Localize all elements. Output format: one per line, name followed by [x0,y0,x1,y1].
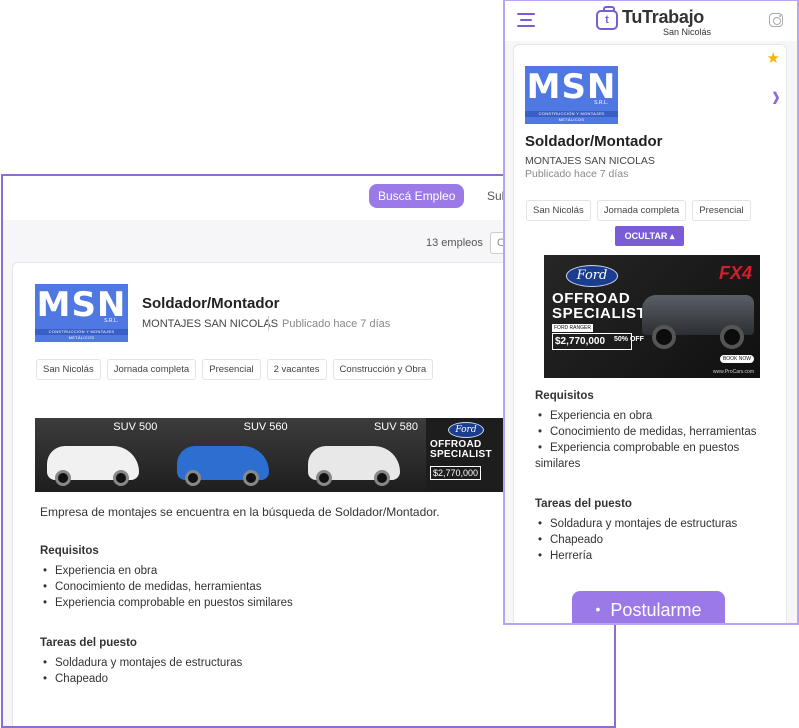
ford-headline: OFFROAD SPECIALIST [552,291,646,321]
wheel [720,325,744,349]
job-title: Soldador/Montador [525,133,663,150]
job-tags: San Nicolás Jornada completa Presencial [526,200,751,221]
list-item: Experiencia en obra [535,408,765,424]
ford-logo: Ford [566,265,618,287]
wheel [185,470,202,486]
ad-car-2: SUV 560 [165,418,296,492]
wheel [243,470,260,486]
tasks-heading: Tareas del puesto [535,498,632,510]
car-label: SUV 500 [113,421,158,433]
logo-suffix: S.R.L. [594,100,608,106]
car-label: SUV 580 [373,421,418,433]
posted-date: Publicado hace 7 días [525,168,629,180]
hide-button[interactable]: OCULTAR ▴ [615,226,684,246]
list-item: Chapeado [40,671,242,687]
tasks-heading: Tareas del puesto [40,637,137,649]
search-jobs-button[interactable]: Buscá Empleo [369,184,465,208]
ford-line-1: OFFROAD [552,290,631,307]
menu-icon[interactable] [517,13,535,27]
tag-schedule: Jornada completa [596,200,687,221]
logo-tagline: CONSTRUCCIÓN Y MONTAJES METÁLICOS [35,329,128,340]
posted-date: Publicado hace 7 días [282,318,391,330]
ad-banner[interactable]: Ford OFFROAD SPECIALIST FORD RANGER $2,7… [544,255,760,378]
list-item: Conocimiento de medidas, herramientas [535,424,765,440]
logo-tagline: CONSTRUCCIÓN Y MONTAJES METÁLICOS [525,111,618,122]
ford-discount: 50% OFF [614,336,644,343]
tag-location: San Nicolás [526,200,591,221]
book-now-badge: BOOK NOW [719,355,754,363]
fx4-badge: FX4 [718,263,752,283]
company-name: MONTAJES SAN NICOLAS [142,318,279,330]
job-tags: San Nicolás Jornada completa Presencial … [36,359,434,380]
car-label: SUV 560 [243,421,288,433]
results-count: 13 empleos [426,237,483,249]
list-item: Soldadura y montajes de estructuras [40,655,242,671]
wheel [55,470,71,486]
requirements-heading: Requisitos [40,545,99,557]
company-logo: MSN S.R.L. CONSTRUCCIÓN Y MONTAJES METÁL… [35,284,128,342]
divider [268,316,269,331]
wheel [652,325,676,349]
tasks-list: Soldadura y montajes de estructuras Chap… [40,655,242,687]
ad-site: www.ProCars.com [712,369,754,375]
ford-line-2: SPECIALIST [552,305,647,322]
brand-name[interactable]: TuTrabajo [622,7,704,28]
list-item: Conocimiento de medidas, herramientas [40,579,293,595]
list-item: Experiencia comprobable en puestos simil… [40,595,293,611]
apply-button[interactable]: Postularme [572,591,725,623]
ad-car-1: SUV 500 [35,418,166,492]
ford-price: $2,770,000 [429,466,482,480]
list-item: Herrería [535,548,737,564]
ford-logo: Ford [447,422,484,438]
list-item: Experiencia en obra [40,563,293,579]
mobile-window: t TuTrabajo San Nicolás ★ › MSN S.R.L. C… [503,0,799,625]
brand-city: San Nicolás [663,27,712,37]
chevron-right-icon[interactable]: › [772,79,780,115]
tasks-list: Soldadura y montajes de estructuras Chap… [535,516,737,564]
job-card: ★ › MSN S.R.L. CONSTRUCCIÓN Y MONTAJES M… [513,44,787,623]
tag-schedule: Jornada completa [106,359,197,380]
ford-model: FORD RANGER [552,324,593,332]
company-name: MONTAJES SAN NICOLAS [525,155,655,167]
requirements-list: Experiencia en obra Conocimiento de medi… [40,563,293,611]
ad-banner[interactable]: SUV 500 SUV 560 SUV 580 Ford OFFROAD SPE… [35,418,510,492]
star-icon[interactable]: ★ [767,49,780,67]
briefcase-icon: t [596,6,618,30]
wheel [315,470,332,486]
job-title: Soldador/Montador [142,295,280,312]
wheel [113,470,129,486]
mobile-header: t TuTrabajo San Nicolás [505,1,797,41]
instagram-icon[interactable] [769,13,783,27]
tag-category: Construcción y Obra [332,359,434,380]
tag-modality: Presencial [692,200,751,221]
list-item: Chapeado [535,532,737,548]
logo-suffix: S.R.L. [104,318,118,324]
ad-car-3: SUV 580 [295,418,426,492]
tag-modality: Presencial [202,359,261,380]
requirements-list: Experiencia en obra Conocimiento de medi… [535,408,765,472]
list-item: Experiencia comprobable en puestos simil… [535,440,765,472]
job-description: Empresa de montajes se encuentra en la b… [40,505,440,519]
ford-headline: OFFROAD SPECIALIST [429,439,492,460]
requirements-heading: Requisitos [535,390,594,402]
ad-ford-panel: Ford OFFROAD SPECIALIST $2,770,000 [425,418,510,492]
tag-vacancies: 2 vacantes [266,359,327,380]
list-item: Soldadura y montajes de estructuras [535,516,737,532]
wheel [373,470,390,486]
company-logo: MSN S.R.L. CONSTRUCCIÓN Y MONTAJES METÁL… [525,66,618,124]
tag-location: San Nicolás [36,359,101,380]
